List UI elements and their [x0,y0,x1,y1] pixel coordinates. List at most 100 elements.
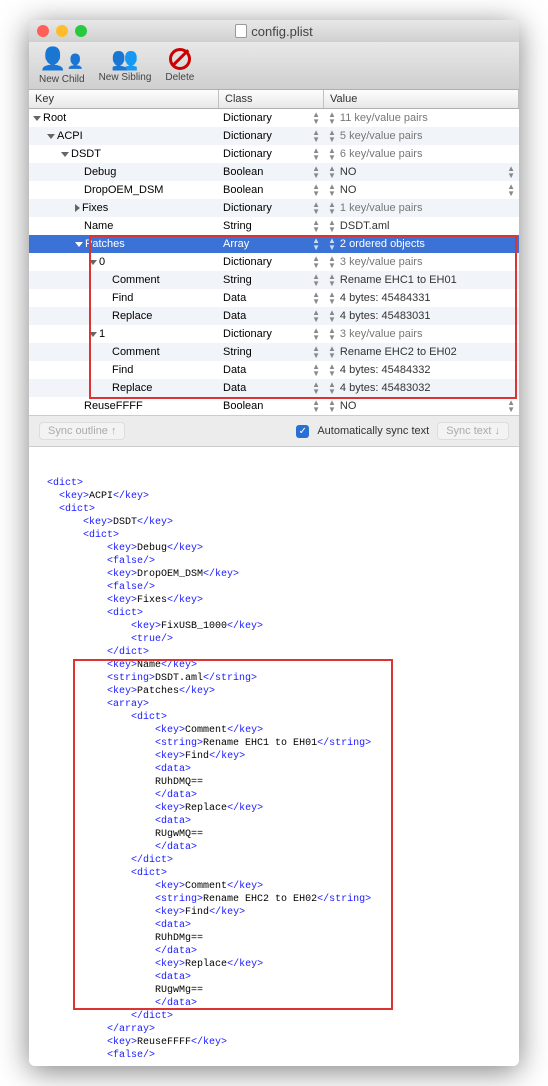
value-stepper-icon[interactable]: ▲▼ [328,255,336,269]
new-sibling-button[interactable]: 👥 New Sibling [99,48,152,85]
value-stepper-icon[interactable]: ▲▼ [328,201,336,215]
disclosure-triangle-icon[interactable] [33,116,41,121]
value-end-stepper-icon[interactable]: ▲▼ [507,399,515,413]
class-stepper-icon[interactable]: ▲▼ [312,309,320,323]
class-stepper-icon[interactable]: ▲▼ [312,255,320,269]
sync-outline-button[interactable]: Sync outline ↑ [39,422,125,440]
class-stepper-icon[interactable]: ▲▼ [312,219,320,233]
row-key: Debug [84,166,116,178]
value-stepper-icon[interactable]: ▲▼ [328,291,336,305]
class-stepper-icon[interactable]: ▲▼ [312,165,320,179]
class-stepper-icon[interactable]: ▲▼ [312,111,320,125]
header-value[interactable]: Value [324,90,519,108]
toolbar: 👤👤 New Child 👥 New Sibling Delete [29,42,519,90]
row-value: 11 key/value pairs [340,112,428,124]
header-class[interactable]: Class [219,90,324,108]
disclosure-triangle-icon[interactable] [89,332,97,337]
sync-bar: Sync outline ↑ ✓ Automatically sync text… [29,415,519,447]
window-title-text: config.plist [251,24,312,39]
table-row[interactable]: NameString▲▼▲▼DSDT.aml [29,217,519,235]
row-key: Find [112,292,133,304]
new-child-label: New Child [39,74,85,85]
value-stepper-icon[interactable]: ▲▼ [328,363,336,377]
value-stepper-icon[interactable]: ▲▼ [328,273,336,287]
row-key: Replace [112,382,152,394]
row-key: Name [84,220,113,232]
column-headers: Key Class Value [29,90,519,109]
table-row[interactable]: DropOEM_DSMBoolean▲▼▲▼NO▲▼ [29,181,519,199]
window-title: config.plist [29,24,519,39]
auto-sync-label: Automatically sync text [317,425,429,437]
value-stepper-icon[interactable]: ▲▼ [328,327,336,341]
row-value: 3 key/value pairs [340,256,423,268]
value-stepper-icon[interactable]: ▲▼ [328,219,336,233]
header-key[interactable]: Key [29,90,219,108]
auto-sync-checkbox[interactable]: ✓ [296,425,309,438]
table-row[interactable]: FixesDictionary▲▼▲▼1 key/value pairs [29,199,519,217]
class-stepper-icon[interactable]: ▲▼ [312,237,320,251]
table-row[interactable]: ACPIDictionary▲▼▲▼5 key/value pairs [29,127,519,145]
table-row[interactable]: DSDTDictionary▲▼▲▼6 key/value pairs [29,145,519,163]
row-value: 5 key/value pairs [340,130,423,142]
outline-tree[interactable]: RootDictionary▲▼▲▼11 key/value pairsACPI… [29,109,519,415]
disclosure-triangle-icon[interactable] [61,152,69,157]
class-stepper-icon[interactable]: ▲▼ [312,273,320,287]
disclosure-triangle-icon[interactable] [89,260,97,265]
value-stepper-icon[interactable]: ▲▼ [328,309,336,323]
table-row[interactable]: ReplaceData▲▼▲▼4 bytes: 45483032 [29,379,519,397]
row-key: DSDT [71,148,101,160]
row-class: Data [223,382,246,394]
table-row[interactable]: CommentString▲▼▲▼Rename EHC2 to EH02 [29,343,519,361]
table-row[interactable]: ReplaceData▲▼▲▼4 bytes: 45483031 [29,307,519,325]
value-stepper-icon[interactable]: ▲▼ [328,183,336,197]
value-stepper-icon[interactable]: ▲▼ [328,381,336,395]
row-value: 4 bytes: 45484331 [340,292,431,304]
table-row[interactable]: CommentString▲▼▲▼Rename EHC1 to EH01 [29,271,519,289]
row-key: DropOEM_DSM [84,184,163,196]
value-stepper-icon[interactable]: ▲▼ [328,111,336,125]
document-icon [235,24,247,38]
class-stepper-icon[interactable]: ▲▼ [312,381,320,395]
class-stepper-icon[interactable]: ▲▼ [312,183,320,197]
row-class: Array [223,238,249,250]
class-stepper-icon[interactable]: ▲▼ [312,291,320,305]
new-child-button[interactable]: 👤👤 New Child [39,48,85,85]
table-row[interactable]: 1Dictionary▲▼▲▼3 key/value pairs [29,325,519,343]
value-stepper-icon[interactable]: ▲▼ [328,237,336,251]
disclosure-triangle-icon[interactable] [47,134,55,139]
table-row[interactable]: RootDictionary▲▼▲▼11 key/value pairs [29,109,519,127]
class-stepper-icon[interactable]: ▲▼ [312,327,320,341]
table-row[interactable]: 0Dictionary▲▼▲▼3 key/value pairs [29,253,519,271]
value-stepper-icon[interactable]: ▲▼ [328,399,336,413]
row-class: Dictionary [223,202,272,214]
value-stepper-icon[interactable]: ▲▼ [328,165,336,179]
value-stepper-icon[interactable]: ▲▼ [328,129,336,143]
row-value: 1 key/value pairs [340,202,423,214]
value-end-stepper-icon[interactable]: ▲▼ [507,165,515,179]
value-end-stepper-icon[interactable]: ▲▼ [507,183,515,197]
table-row[interactable]: ReuseFFFFBoolean▲▼▲▼NO▲▼ [29,397,519,415]
xml-source-view[interactable]: <dict> <key>ACPI</key> <dict> <key>DSDT<… [29,447,519,1066]
table-row[interactable]: FindData▲▼▲▼4 bytes: 45484332 [29,361,519,379]
table-row[interactable]: Find Data ▲▼ ▲▼ 4 bytes: 45484331 [29,289,519,307]
value-stepper-icon[interactable]: ▲▼ [328,147,336,161]
class-stepper-icon[interactable]: ▲▼ [312,363,320,377]
sync-text-button[interactable]: Sync text ↓ [437,422,509,440]
class-stepper-icon[interactable]: ▲▼ [312,201,320,215]
row-class: Data [223,292,246,304]
delete-label: Delete [165,72,194,83]
disclosure-triangle-icon[interactable] [75,242,83,247]
table-row[interactable]: PatchesArray▲▼▲▼2 ordered objects [29,235,519,253]
class-stepper-icon[interactable]: ▲▼ [312,147,320,161]
row-class: Boolean [223,184,263,196]
class-stepper-icon[interactable]: ▲▼ [312,345,320,359]
row-value: 4 bytes: 45483031 [340,310,431,322]
delete-button[interactable]: Delete [165,48,194,85]
disclosure-triangle-icon[interactable] [75,204,80,212]
class-stepper-icon[interactable]: ▲▼ [312,399,320,413]
table-row[interactable]: DebugBoolean▲▼▲▼NO▲▼ [29,163,519,181]
window: config.plist 👤👤 New Child 👥 New Sibling … [29,20,519,1066]
row-class: Boolean [223,166,263,178]
value-stepper-icon[interactable]: ▲▼ [328,345,336,359]
class-stepper-icon[interactable]: ▲▼ [312,129,320,143]
